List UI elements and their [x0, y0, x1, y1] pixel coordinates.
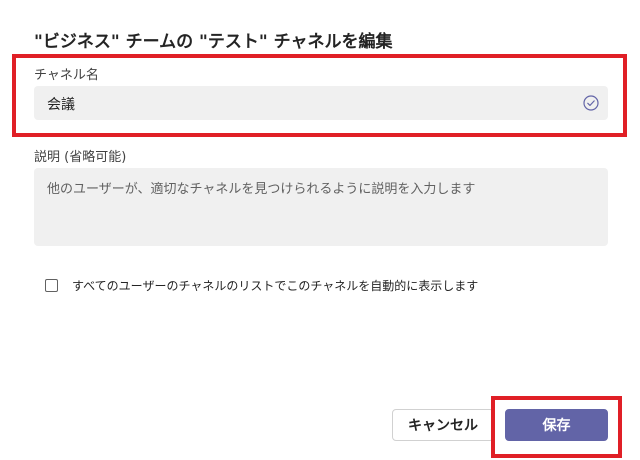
save-button[interactable]: 保存	[505, 409, 608, 441]
cancel-button[interactable]: キャンセル	[392, 409, 494, 441]
dialog-title: "ビジネス" チームの "テスト" チャネルを編集	[34, 32, 393, 52]
description-label: 説明 (省略可能)	[34, 150, 127, 165]
description-textarea[interactable]: 他のユーザーが、適切なチャネルを見つけられるように説明を入力します	[34, 168, 608, 246]
channel-name-value: 会議	[47, 97, 75, 113]
auto-show-checkbox[interactable]	[45, 279, 58, 292]
edit-channel-dialog: "ビジネス" チームの "テスト" チャネルを編集 チャネル名 会議 説明 (省…	[0, 0, 640, 460]
channel-name-input[interactable]: 会議	[34, 86, 608, 120]
description-placeholder: 他のユーザーが、適切なチャネルを見つけられるように説明を入力します	[47, 182, 476, 197]
check-circle-icon	[583, 95, 599, 111]
auto-show-label[interactable]: すべてのユーザーのチャネルのリストでこのチャネルを自動的に表示します	[72, 277, 478, 294]
channel-name-label: チャネル名	[34, 68, 99, 83]
